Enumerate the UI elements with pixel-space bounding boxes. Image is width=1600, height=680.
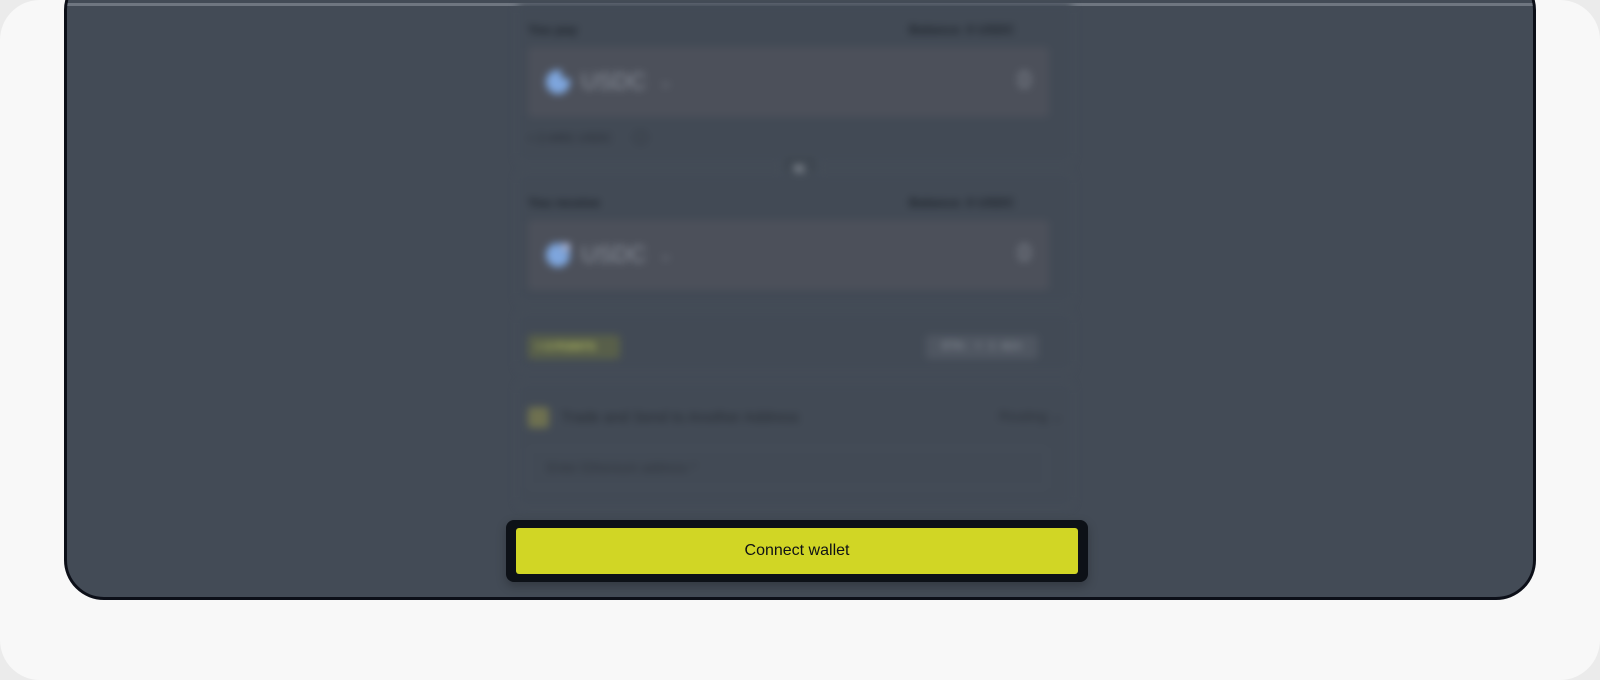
info-icon (634, 131, 647, 144)
receive-label: You receive (528, 195, 601, 210)
chevron-down-icon: ⌄ (1051, 408, 1063, 424)
pay-token-box[interactable]: USDC ⌄ 0 (528, 47, 1049, 117)
send-panel (517, 383, 1073, 507)
checkbox-icon[interactable] (528, 407, 549, 428)
address-input[interactable]: Enter Ethereum address * (528, 448, 1047, 488)
chevron-down-icon: ⌄ (659, 247, 673, 264)
routing-dropdown[interactable]: Routing ⌄ (999, 408, 1063, 425)
page-background: You pay Balance: 0 USDC USDC ⌄ 0 ≈ 2.449… (0, 0, 1600, 680)
connect-wallet-container: Connect wallet (506, 520, 1088, 582)
pay-token-name: USDC (581, 68, 647, 94)
receive-amount: 0 (1017, 240, 1031, 267)
connect-wallet-button[interactable]: Connect wallet (516, 528, 1078, 574)
eta-badge: ETA: < 1 min (926, 335, 1038, 359)
usdc-token-icon (546, 242, 571, 267)
routing-label: Routing (999, 408, 1048, 424)
receive-token-name: USDC (581, 241, 647, 267)
usdc-token-icon (546, 69, 571, 94)
pay-label: You pay (528, 22, 578, 37)
app-window: You pay Balance: 0 USDC USDC ⌄ 0 ≈ 2.449… (64, 0, 1536, 600)
points-badge: + 0 POINTS (528, 335, 620, 359)
send-to-address-label: Trade and Send to Another Address (561, 409, 799, 426)
chevron-down-icon: ⌄ (659, 74, 673, 91)
pay-rate: ≈ 2.4491 USDC (528, 131, 612, 145)
blurred-swap-form: You pay Balance: 0 USDC USDC ⌄ 0 ≈ 2.449… (67, 0, 1533, 597)
receive-token-box[interactable]: USDC ⌄ 0 (528, 220, 1049, 290)
receive-balance: Balance: 0 USDC (909, 195, 1015, 210)
pay-balance: Balance: 0 USDC (909, 22, 1015, 37)
pay-amount: 0 (1017, 67, 1031, 94)
